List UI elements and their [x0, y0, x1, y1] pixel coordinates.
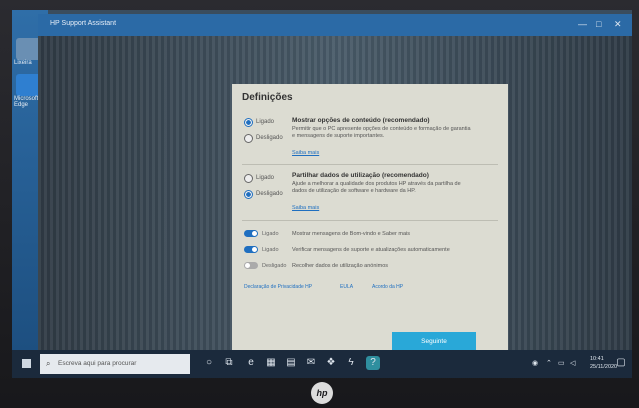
hp-logo: hp [311, 382, 333, 404]
notifications-icon[interactable]: ▢ [614, 356, 628, 370]
privacy-link[interactable]: Declaração de Privacidade HP [244, 284, 312, 290]
dialog-title: Definições [242, 92, 293, 103]
toggle-label: Ligado [262, 231, 279, 237]
maximize-icon[interactable]: □ [596, 19, 601, 29]
radio-usage-off[interactable] [244, 190, 253, 199]
tray-volume-icon[interactable]: ◁ [570, 359, 575, 367]
settings-dialog: Definições Ligado Desligado Mostrar opçõ… [232, 84, 508, 366]
search-input: Escreva aqui para procurar [58, 360, 137, 367]
toggle-text: Recolher dados de utilização anónimos [292, 263, 389, 269]
hp-agreement-link[interactable]: Acordo da HP [372, 284, 403, 290]
titlebar[interactable]: HP Support Assistant — □ ✕ [38, 14, 632, 36]
taskbar: ⌕ Escreva aqui para procurar ○ ⧉ e ▦ ▤ ✉… [12, 350, 632, 378]
store-icon[interactable]: ▦ [264, 356, 278, 370]
close-icon[interactable]: ✕ [614, 19, 622, 30]
section-text: Ajude a melhorar a qualidade dos produto… [292, 181, 461, 194]
tray-network-icon[interactable]: ▭ [558, 359, 565, 367]
divider [242, 220, 498, 221]
windows-start-icon[interactable] [22, 359, 31, 368]
hp-support-taskbar-icon[interactable]: ? [366, 356, 380, 370]
section-title: Mostrar opções de conteúdo (recomendado) [292, 117, 430, 124]
mail-icon[interactable]: ✉ [304, 356, 318, 370]
search-box[interactable]: ⌕ Escreva aqui para procurar [40, 354, 190, 374]
radio-label: Ligado [256, 175, 275, 181]
app-window: HP Support Assistant — □ ✕ Definições Li… [38, 14, 632, 366]
window-title: HP Support Assistant [50, 20, 117, 27]
toggle-label: Ligado [262, 247, 279, 253]
task-view-icon[interactable]: ⧉ [222, 356, 236, 370]
file-explorer-icon[interactable]: ▤ [284, 356, 298, 370]
toggle-switch[interactable] [244, 246, 258, 253]
toggle-knob [252, 247, 257, 252]
search-icon: ⌕ [46, 359, 51, 368]
tray-chevron-icon[interactable]: ⌃ [546, 359, 552, 367]
flash-icon[interactable]: ϟ [344, 356, 358, 370]
radio-label: Desligado [256, 191, 283, 197]
toggle-knob [252, 231, 257, 236]
toggle-text: Verificar mensagens de suporte e atualiz… [292, 247, 450, 253]
screen: Lixeira Microsoft Edge HP Support Assist… [12, 10, 632, 378]
toggle-knob [245, 263, 250, 268]
edge-taskbar-icon[interactable]: e [244, 356, 258, 370]
radio-usage-on[interactable] [244, 174, 253, 183]
learn-more-link[interactable]: Saiba mais [292, 205, 319, 211]
toggle-switch[interactable] [244, 230, 258, 237]
app-body: Definições Ligado Desligado Mostrar opçõ… [38, 36, 632, 366]
cortana-icon[interactable]: ○ [202, 356, 216, 370]
radio-content-on[interactable] [244, 118, 253, 127]
radio-label: Desligado [256, 135, 283, 141]
radio-label: Ligado [256, 119, 275, 125]
toggle-text: Mostrar mensagens de Bom-vindo e Saber m… [292, 231, 410, 237]
minimize-icon[interactable]: — [578, 19, 587, 29]
section-text: Permitir que o PC apresente opções de co… [292, 126, 471, 139]
toggle-label: Desligado [262, 263, 287, 269]
dropbox-icon[interactable]: ❖ [324, 356, 338, 370]
next-button[interactable]: Seguinte [392, 332, 476, 350]
tray-help-icon[interactable]: ◉ [532, 359, 538, 367]
section-title: Partilhar dados de utilização (recomenda… [292, 172, 429, 179]
eula-link[interactable]: EULA [340, 284, 353, 290]
learn-more-link[interactable]: Saiba mais [292, 150, 319, 156]
toggle-switch[interactable] [244, 262, 258, 269]
divider [242, 164, 498, 165]
radio-content-off[interactable] [244, 134, 253, 143]
